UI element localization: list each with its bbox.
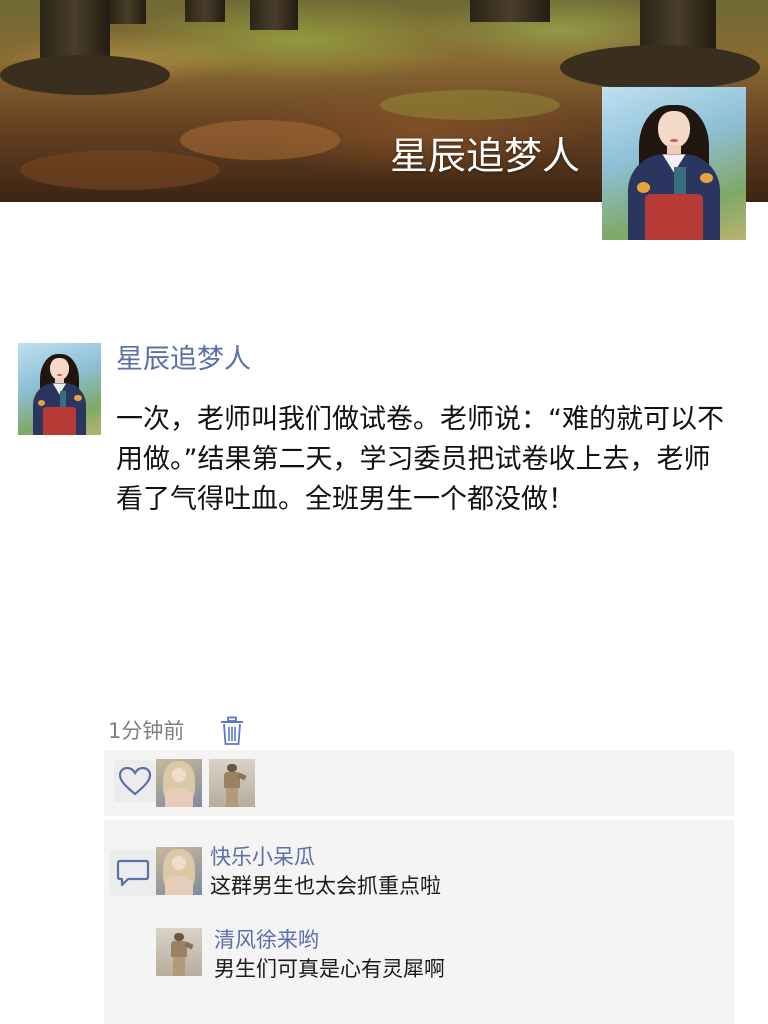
tree-trunk bbox=[185, 0, 225, 22]
tree-root bbox=[0, 55, 170, 95]
commenter-avatar[interactable] bbox=[156, 928, 202, 976]
profile-avatar[interactable] bbox=[602, 87, 746, 240]
comment-text: 男生们可真是心有灵犀啊 bbox=[214, 957, 445, 981]
tree-trunk bbox=[110, 0, 146, 24]
leaf-litter bbox=[20, 150, 220, 190]
post-author-avatar[interactable] bbox=[18, 343, 101, 435]
cover-username: 星辰追梦人 bbox=[389, 134, 580, 178]
moss-patch bbox=[380, 90, 560, 120]
comment-text: 这群男生也太会抓重点啦 bbox=[210, 874, 441, 898]
post-author-name[interactable]: 星辰追梦人 bbox=[116, 340, 251, 380]
woman-hanbok-avatar-icon bbox=[602, 87, 746, 240]
blonde-woman-avatar-icon bbox=[156, 759, 202, 807]
trash-icon[interactable] bbox=[219, 716, 245, 746]
woman-hanbok-avatar-icon bbox=[18, 343, 101, 435]
blonde-woman-avatar-icon bbox=[156, 847, 202, 895]
commenter-name[interactable]: 快乐小呆瓜 bbox=[210, 843, 315, 871]
post-timestamp: 1分钟前 bbox=[108, 719, 185, 743]
tree-root bbox=[560, 45, 760, 90]
tree-trunk bbox=[250, 0, 298, 30]
likes-panel bbox=[104, 750, 734, 816]
post-text: 一次，老师叫我们做试卷。老师说：“难的就可以不用做。”结果第二天，学习委员把试卷… bbox=[116, 404, 724, 515]
liker-avatar[interactable] bbox=[209, 759, 255, 807]
liker-avatar[interactable] bbox=[156, 759, 202, 807]
comment-bubble-icon[interactable] bbox=[110, 850, 156, 896]
commenter-avatar[interactable] bbox=[156, 847, 202, 895]
heart-icon[interactable] bbox=[114, 760, 156, 802]
leaf-litter bbox=[180, 120, 340, 160]
tree-trunk bbox=[470, 0, 550, 22]
man-standing-avatar-icon bbox=[156, 928, 202, 976]
commenter-name[interactable]: 清风徐来哟 bbox=[214, 926, 319, 954]
comments-panel: 快乐小呆瓜 这群男生也太会抓重点啦 清风徐来哟 男生们可真是心有灵犀啊 bbox=[104, 820, 734, 1024]
man-standing-avatar-icon bbox=[209, 759, 255, 807]
